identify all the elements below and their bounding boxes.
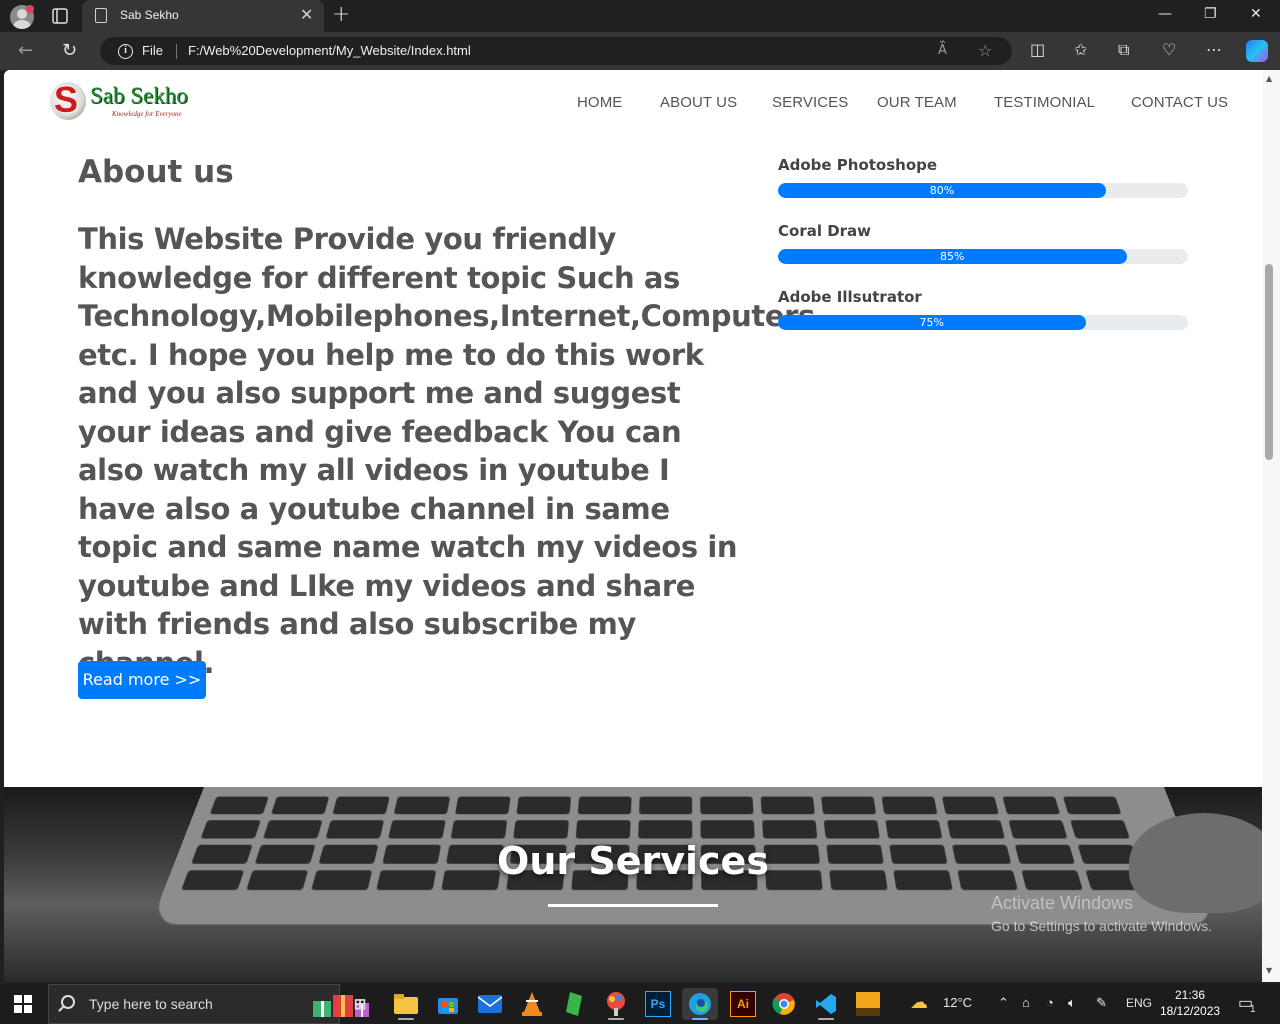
read-more-button[interactable]: Read more >> [78,661,206,699]
address-separator [176,44,177,59]
services-banner: Our Services Activate Windows Go to Sett… [4,787,1262,982]
search-icon [61,995,75,1009]
photoshop-icon[interactable]: Ps [645,991,671,1017]
page-scrollbar[interactable] [1262,70,1280,982]
progress-fill: 80% [778,183,1106,198]
file-explorer-icon[interactable] [390,988,422,1020]
skill-progress-illustrator: 75% [778,315,1188,330]
about-heading: About us [78,154,234,190]
favorite-star-icon[interactable]: ☆ [978,41,992,60]
progress-fill: 75% [778,315,1086,330]
windows-start-icon[interactable] [14,995,32,1013]
nav-services[interactable]: SERVICES [772,94,848,111]
address-bar[interactable]: i File F:/Web%20Development/My_Website/I… [100,37,1012,65]
progress-fill: 85% [778,249,1127,264]
volume-icon[interactable]: 🔈︎ [1068,995,1076,1011]
document-icon [95,8,107,23]
activate-windows-subtitle: Go to Settings to activate Windows. [991,918,1212,934]
input-language[interactable]: ENG [1126,996,1152,1010]
refresh-icon[interactable]: ↻ [62,40,77,61]
vscode-icon[interactable] [810,988,842,1020]
nav-home[interactable]: HOME [577,94,622,111]
logo-tagline: Knowledge for Everyone [112,110,182,118]
windows-taskbar: Type here to search ⊞ Ps Ai ☁ 12°C ⌃ ⌂ ◔… [0,984,1280,1024]
tab-title: Sab Sekho [120,8,179,22]
notification-count: 1 [1250,1004,1256,1015]
address-scheme-label: File [142,43,163,58]
site-logo[interactable]: S Sab Sekho Knowledge for Everyone [50,79,220,122]
mail-icon[interactable] [474,988,506,1020]
split-screen-icon[interactable]: ◫ [1030,40,1045,59]
scroll-up-arrow-icon[interactable]: ▲ [1266,74,1272,83]
address-url[interactable]: F:/Web%20Development/My_Website/Index.ht… [188,43,471,58]
browser-toolbar: ← ↻ i File F:/Web%20Development/My_Websi… [0,32,1280,70]
browser-essentials-icon[interactable]: ♡ [1162,40,1176,59]
browser-tab[interactable]: Sab Sekho ✕ [82,0,324,32]
task-view-icon[interactable]: ⊞ [344,988,376,1020]
pen-icon[interactable]: ✎ [1096,995,1107,1011]
logo-letter: S [54,79,79,120]
collections-icon[interactable]: ⧉ [1118,40,1129,60]
tab-actions-icon[interactable] [50,6,70,26]
skill-progress-coral-draw: 85% [778,249,1188,264]
logo-brand: Sab Sekho [90,83,188,108]
info-icon[interactable]: i [118,44,133,59]
meet-now-icon[interactable]: ⌂ [1022,995,1030,1010]
network-wifi-icon[interactable]: ◔ [1046,995,1054,1010]
scrollbar-thumb[interactable] [1265,264,1273,460]
restore-icon[interactable]: ❐ [1204,6,1217,22]
clock-time: 21:36 [1174,988,1206,1002]
about-paragraph: This Website Provide you friendly knowle… [78,222,815,680]
nav-testimonial[interactable]: TESTIMONIAL [994,94,1095,111]
clock-date: 18/12/2023 [1160,1004,1221,1018]
taskbar-search-placeholder: Type here to search [89,996,213,1012]
services-heading-underline [548,904,718,907]
new-tab-icon[interactable]: + [332,2,350,27]
nav-about-us[interactable]: ABOUT US [660,94,737,111]
read-aloud-icon[interactable]: A᷈ [938,43,947,58]
copilot-icon[interactable] [1246,40,1268,62]
microsoft-store-icon[interactable] [432,988,464,1020]
profile-status-icon [26,5,34,13]
site-header: S Sab Sekho Knowledge for Everyone HOME … [4,70,1262,136]
vlc-icon[interactable] [516,988,548,1020]
skill-label-photoshop: Adobe Photoshope [778,156,938,174]
services-heading: Our Services [497,839,769,883]
browser-tab-bar: Sab Sekho ✕ + — ❐ ✕ [0,0,1280,32]
inpage-icon[interactable] [852,988,884,1020]
edge-browser-icon[interactable] [682,988,718,1020]
scroll-down-arrow-icon[interactable]: ▼ [1266,966,1272,975]
back-icon[interactable]: ← [18,40,33,61]
nav-our-team[interactable]: OUR TEAM [877,94,957,111]
activate-windows-title: Activate Windows [991,893,1134,913]
nav-contact-us[interactable]: CONTACT US [1131,94,1228,111]
more-menu-icon[interactable]: ⋯ [1206,40,1222,59]
skill-progress-photoshop: 80% [778,183,1188,198]
web-page: S Sab Sekho Knowledge for Everyone HOME … [4,70,1262,982]
green-app-icon[interactable] [558,988,590,1020]
chrome-icon[interactable] [768,988,800,1020]
favorites-icon[interactable]: ✩ [1074,40,1087,59]
paint-app-icon[interactable] [600,988,632,1020]
skill-label-coral-draw: Coral Draw [778,222,872,240]
close-window-icon[interactable]: ✕ [1250,6,1262,22]
weather-icon[interactable]: ☁ [910,992,928,1013]
skill-label-illustrator: Adobe Illsutrator [778,288,922,306]
illustrator-icon[interactable]: Ai [730,991,756,1017]
show-hidden-icons-icon[interactable]: ⌃ [998,995,1009,1011]
weather-temperature[interactable]: 12°C [943,995,972,1010]
taskbar-search-box[interactable]: Type here to search [48,984,369,1024]
taskbar-clock[interactable]: 21:36 18/12/2023 [1160,987,1220,1019]
close-tab-icon[interactable]: ✕ [300,6,313,24]
minimize-icon[interactable]: — [1158,6,1172,22]
